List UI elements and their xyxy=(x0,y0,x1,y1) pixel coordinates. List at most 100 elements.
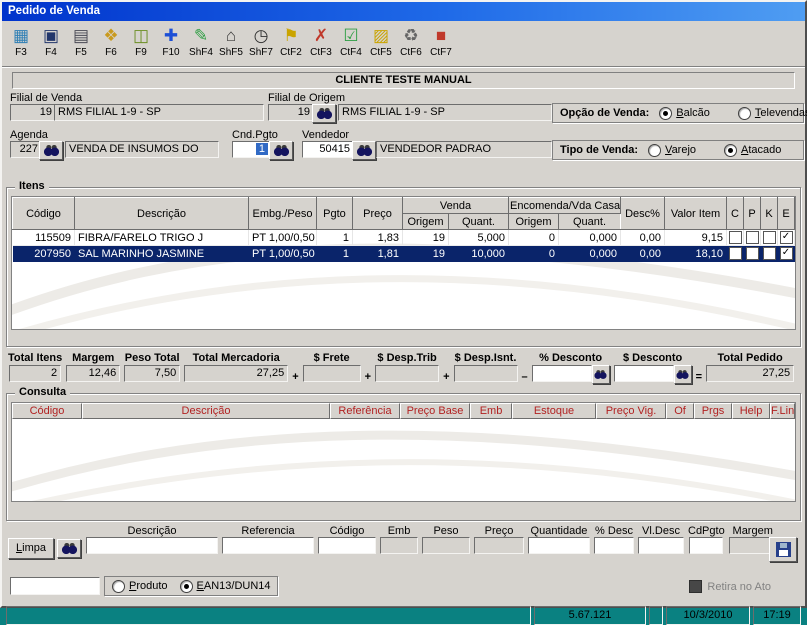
itens-table: Código Descrição Embg./Peso Pgto Preço V… xyxy=(12,197,795,262)
radio-label: Varejo xyxy=(665,144,697,156)
entry-field-cdpgto: CdPgto xyxy=(688,525,725,554)
col-descricao[interactable]: Descrição xyxy=(74,197,249,230)
cell-descricao: FIBRA/FARELO TRIGO J xyxy=(74,229,249,246)
filial-venda-code[interactable]: 19 xyxy=(10,104,56,121)
vendedor-code[interactable]: 50415 xyxy=(302,141,354,158)
toolbar-button-f10[interactable]: ✚ F10 xyxy=(156,24,186,58)
radio-icon xyxy=(112,579,125,593)
col-venda-quant[interactable]: Quant. xyxy=(447,213,510,230)
flag-c[interactable] xyxy=(726,245,744,262)
col-pgto[interactable]: Pgto xyxy=(315,197,353,230)
equals-operator: = xyxy=(695,371,703,383)
toolbar-button-ctf6[interactable]: ♻ CtF6 xyxy=(396,24,426,58)
flag-k[interactable] xyxy=(760,229,778,246)
flag-e[interactable] xyxy=(777,245,795,262)
toolbar-button-f4[interactable]: ▣ F4 xyxy=(36,24,66,58)
valor-desconto-input[interactable] xyxy=(613,365,674,382)
entry-input-quantidade[interactable] xyxy=(528,537,590,554)
itens-row[interactable]: 207950 SAL MARINHO JASMINE PT 1,00/0,50 1 1,… xyxy=(12,245,795,262)
col-preco[interactable]: Preço xyxy=(351,197,403,230)
product-code-input[interactable] xyxy=(10,577,100,595)
consulta-col-of[interactable]: Of xyxy=(666,403,694,419)
toolbar-button-f3[interactable]: ▦ F3 xyxy=(6,24,36,58)
entry-input-emb[interactable] xyxy=(380,537,418,554)
consulta-col-emb[interactable]: Emb xyxy=(470,403,512,419)
consulta-col-pre-o-vig[interactable]: Preço Vig. xyxy=(596,403,666,419)
entry-input-c-digo[interactable] xyxy=(318,537,376,554)
entry-input-desc[interactable] xyxy=(594,537,634,554)
filial-origem-search-button[interactable] xyxy=(312,104,336,123)
col-flag-k[interactable]: K xyxy=(760,197,778,230)
flag-e[interactable] xyxy=(777,229,795,246)
itens-row[interactable]: 115509 FIBRA/FARELO TRIGO J PT 1,00/0,50 1 1… xyxy=(12,229,795,246)
toolbar-button-ctf7[interactable]: ■ CtF7 xyxy=(426,24,456,58)
entry-input-vl-desc[interactable] xyxy=(638,537,684,554)
col-codigo[interactable]: Código xyxy=(12,197,75,230)
pct-desconto-input[interactable] xyxy=(531,365,592,382)
flag-c[interactable] xyxy=(726,229,744,246)
col-flag-p[interactable]: P xyxy=(743,197,761,230)
entry-input-descri-o[interactable] xyxy=(86,537,218,554)
radio-product-produto[interactable]: Produto xyxy=(112,579,168,593)
pct-desconto-search-button[interactable] xyxy=(591,365,610,384)
flag-p[interactable] xyxy=(743,245,761,262)
col-venda-origem[interactable]: Origem xyxy=(401,213,449,230)
toolbar-button-f5[interactable]: ▤ F5 xyxy=(66,24,96,58)
entry-input-cdpgto[interactable] xyxy=(689,537,724,554)
flag-p[interactable] xyxy=(743,229,761,246)
agenda-code[interactable]: 227 xyxy=(10,141,42,158)
col-desc-pct[interactable]: Desc% xyxy=(620,197,665,230)
pct-desconto-label: % Desconto xyxy=(539,352,603,364)
toolbar-button-ctf5[interactable]: ▨ CtF5 xyxy=(366,24,396,58)
cell-valor-item: 18,10 xyxy=(664,245,727,262)
col-enc-quant[interactable]: Quant. xyxy=(558,213,621,230)
cnd-pgto-input[interactable]: 1 xyxy=(232,141,272,158)
consulta-col-help[interactable]: Help xyxy=(732,403,770,419)
checkbox-icon xyxy=(762,231,776,244)
radio-opcao-balc-o[interactable]: Balcão xyxy=(659,106,710,120)
radio-tipo-varejo[interactable]: Varejo xyxy=(648,143,697,157)
toolbar-button-ctf4[interactable]: ☑ CtF4 xyxy=(336,24,366,58)
radio-product-ean13-dun14[interactable]: EAN13/DUN14 xyxy=(179,579,271,593)
toolbar-button-shf7[interactable]: ◷ ShF7 xyxy=(246,24,276,58)
entry-search-button[interactable] xyxy=(57,539,81,558)
limpa-button[interactable]: Limpa xyxy=(8,538,54,559)
entry-field-peso: Peso xyxy=(422,525,470,554)
col-emb-peso[interactable]: Embg./Peso xyxy=(247,197,317,230)
radio-opcao-televendas[interactable]: Televendas xyxy=(737,106,807,120)
entry-input-pre-o[interactable] xyxy=(474,537,524,554)
toolbar-button-ctf3[interactable]: ✗ CtF3 xyxy=(306,24,336,58)
col-enc-origem[interactable]: Origem xyxy=(508,213,559,230)
filial-origem-code[interactable]: 19 xyxy=(268,104,314,121)
col-valor-item[interactable]: Valor Item xyxy=(664,197,727,230)
consulta-col-f-linha[interactable]: F.Linha xyxy=(770,403,795,419)
flag-k[interactable] xyxy=(760,245,778,262)
save-entry-button[interactable] xyxy=(769,537,797,562)
consulta-col-prgs[interactable]: Prgs xyxy=(694,403,732,419)
consulta-col-refer-ncia[interactable]: Referência xyxy=(330,403,400,419)
title-bar[interactable]: Pedido de Venda xyxy=(2,2,805,21)
cnd-pgto-search-button[interactable] xyxy=(269,141,293,160)
col-flag-e[interactable]: E xyxy=(777,197,795,230)
col-flag-c[interactable]: C xyxy=(726,197,744,230)
entry-input-peso[interactable] xyxy=(422,537,470,554)
consulta-col-descri-o[interactable]: Descrição xyxy=(82,403,330,419)
valor-desconto-search-button[interactable] xyxy=(673,365,692,384)
toolbar-button-f9[interactable]: ◫ F9 xyxy=(126,24,156,58)
retira-checkbox[interactable] xyxy=(689,580,703,593)
opcao-venda-group: Opção de Venda: Balcão Televendas xyxy=(552,103,807,123)
consulta-col-c-digo[interactable]: Código xyxy=(12,403,82,419)
consulta-col-pre-o-base[interactable]: Preço Base xyxy=(400,403,470,419)
entry-input-referencia[interactable] xyxy=(222,537,314,554)
col-venda[interactable]: Venda xyxy=(401,197,510,214)
consulta-col-estoque[interactable]: Estoque xyxy=(512,403,596,419)
toolbar-button-f6[interactable]: ❖ F6 xyxy=(96,24,126,58)
radio-tipo-atacado[interactable]: Atacado xyxy=(724,143,781,157)
flag-icon: ⚑ xyxy=(283,26,299,45)
vendedor-search-button[interactable] xyxy=(352,141,376,160)
col-encomenda[interactable]: Encomenda/Vda Casada xyxy=(508,197,621,214)
toolbar-button-ctf2[interactable]: ⚑ CtF2 xyxy=(276,24,306,58)
agenda-search-button[interactable] xyxy=(39,141,63,160)
toolbar-button-shf4[interactable]: ✎ ShF4 xyxy=(186,24,216,58)
toolbar-button-shf5[interactable]: ⌂ ShF5 xyxy=(216,24,246,58)
